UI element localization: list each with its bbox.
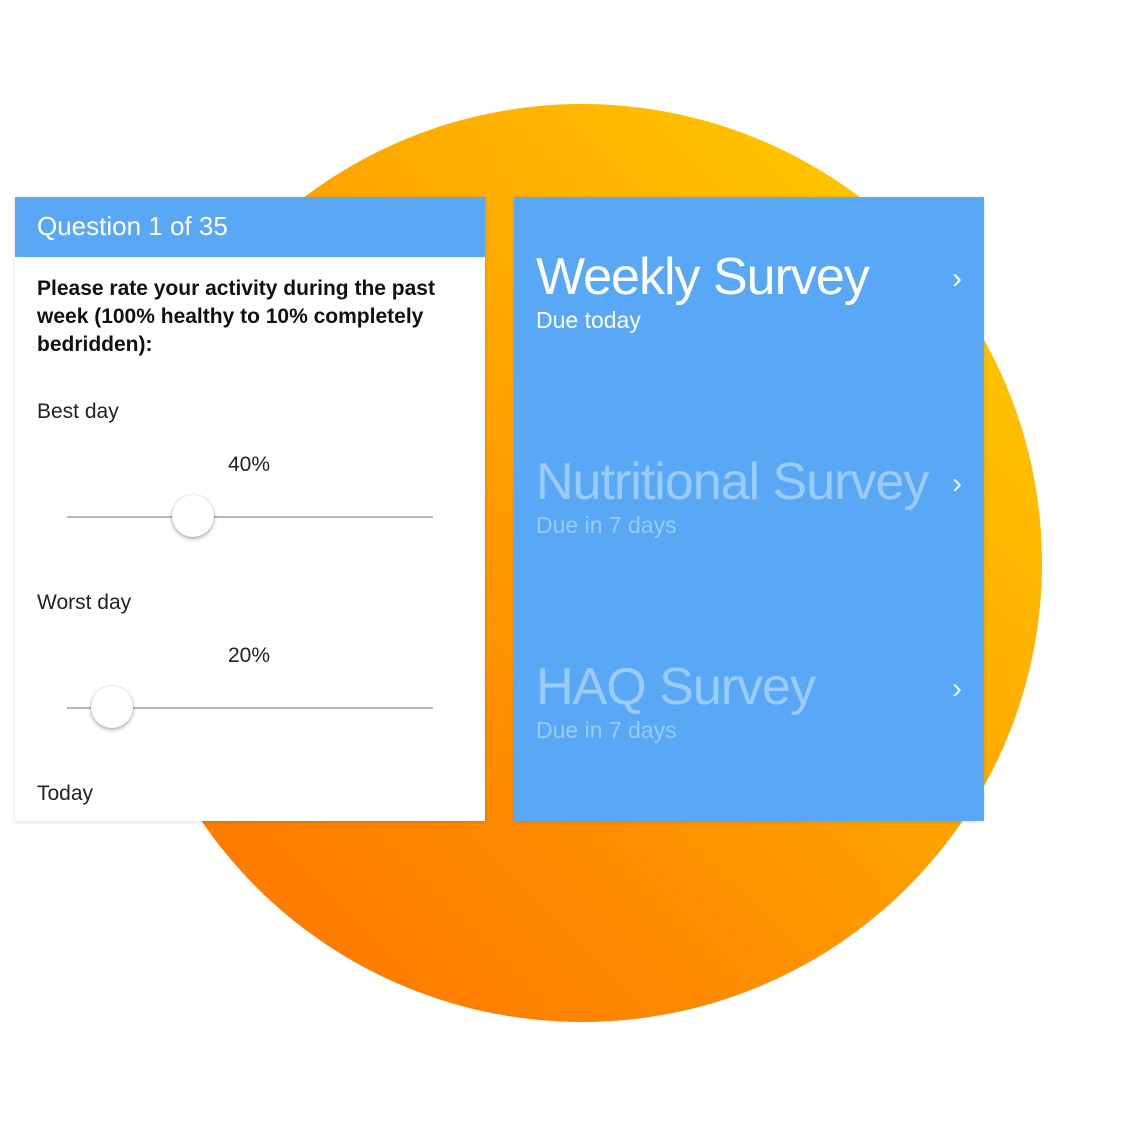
survey-item-nutritional[interactable]: Nutritional Survey Due in 7 days › (514, 452, 984, 592)
survey-due-date: Due today (536, 307, 641, 333)
survey-list-panel: Weekly Survey Due today › Nutritional Su… (514, 197, 984, 821)
survey-due-date: Due in 7 days (536, 512, 677, 538)
survey-due-date: Due in 7 days (536, 717, 677, 743)
chevron-right-icon: › (952, 262, 962, 295)
survey-item-haq[interactable]: HAQ Survey Due in 7 days › (514, 657, 984, 797)
chevron-right-icon: › (952, 467, 962, 500)
best-day-value: 40% (227, 453, 271, 476)
best-day-slider[interactable] (67, 495, 433, 539)
stage: Question 1 of 35 Please rate your activi… (0, 0, 1147, 1126)
worst-day-label: Worst day (37, 591, 132, 614)
slider-track (67, 516, 433, 518)
best-day-label: Best day (37, 400, 119, 423)
chevron-right-icon: › (952, 672, 962, 705)
slider-thumb[interactable] (90, 686, 133, 728)
survey-title: Weekly Survey (536, 248, 870, 306)
worst-day-value: 20% (227, 644, 271, 667)
survey-title: Nutritional Survey (536, 453, 929, 511)
worst-day-slider[interactable] (67, 686, 433, 730)
today-label: Today (37, 782, 94, 805)
survey-title: HAQ Survey (536, 658, 816, 716)
question-header: Question 1 of 35 (15, 197, 485, 257)
question-panel: Question 1 of 35 Please rate your activi… (15, 197, 485, 821)
survey-item-weekly[interactable]: Weekly Survey Due today › (514, 247, 984, 387)
slider-thumb[interactable] (172, 495, 214, 537)
question-prompt: Please rate your activity during the pas… (37, 277, 435, 356)
